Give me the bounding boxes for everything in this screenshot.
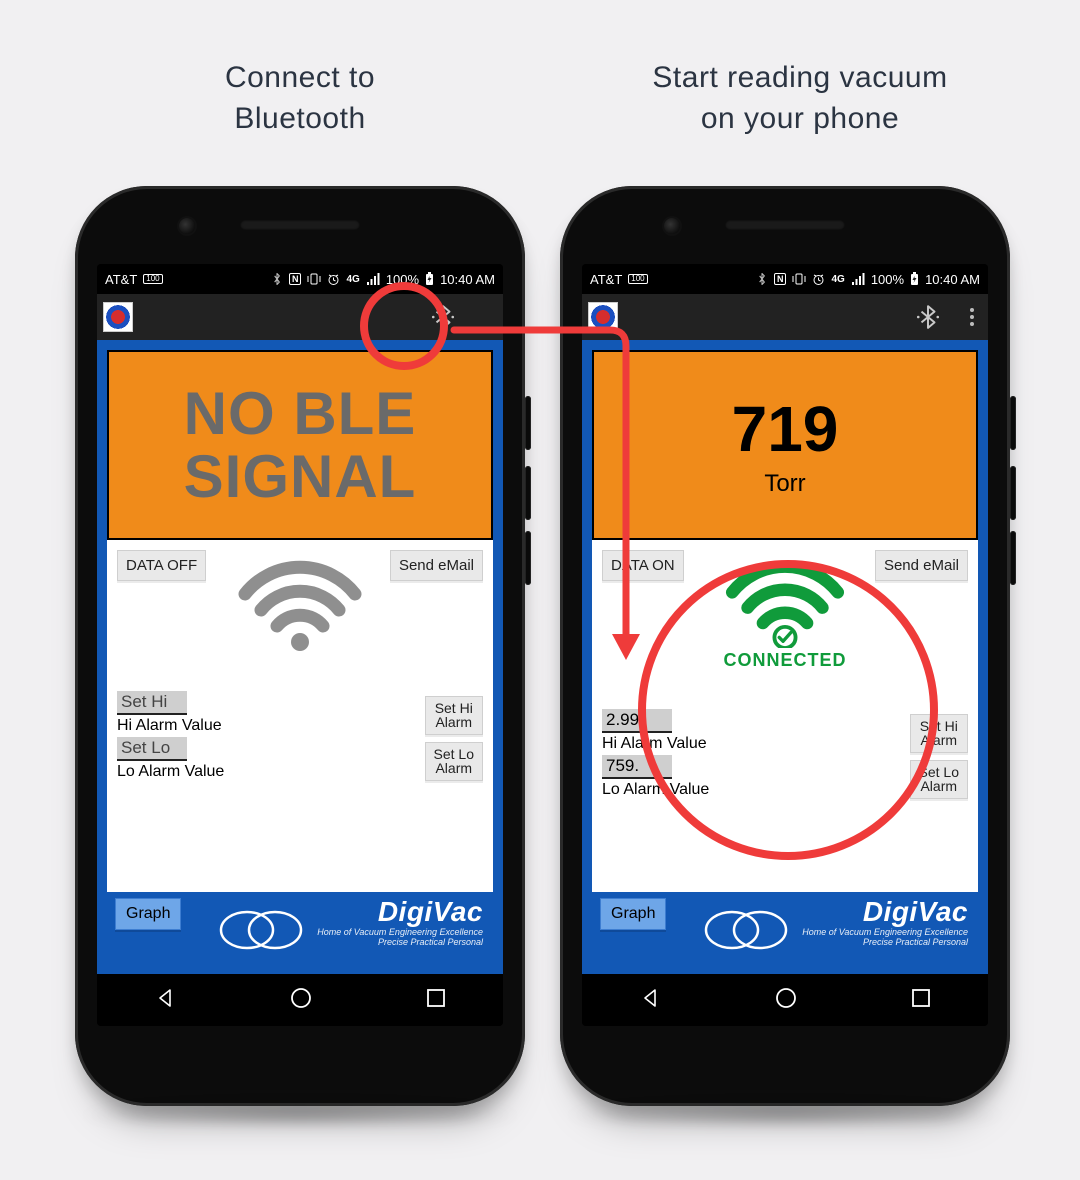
brand-logo: DigiVac Home of Vacuum Engineering Excel…: [317, 896, 483, 948]
readout-value: 719: [732, 392, 839, 466]
wifi-icon: [235, 552, 365, 652]
footer-bar: Graph DigiVac Home of Vacuum Engineering…: [592, 892, 978, 964]
battery-box-icon: 100: [628, 274, 647, 284]
front-camera: [179, 218, 195, 234]
brand-glyph-icon: [704, 908, 794, 952]
readout-panel: NO BLE SIGNAL: [107, 350, 493, 540]
clock: 10:40 AM: [925, 272, 980, 287]
app-content: NO BLE SIGNAL DATA OFF Send eMail: [97, 340, 503, 974]
send-email-button[interactable]: Send eMail: [875, 550, 968, 581]
brand-name: DigiVac: [317, 896, 483, 928]
android-nav-bar: [97, 974, 503, 1026]
battery-pct: 100%: [871, 272, 904, 287]
caption-left: Connect to Bluetooth: [120, 58, 480, 139]
app-bar: [582, 294, 988, 340]
power-button[interactable]: [1010, 396, 1016, 450]
nav-back-button[interactable]: [638, 986, 662, 1015]
nfc-icon: N: [289, 273, 302, 285]
lo-alarm-input[interactable]: 759.: [602, 755, 672, 779]
set-hi-alarm-button[interactable]: Set Hi Alarm: [425, 696, 483, 735]
screen: AT&T 100 N 4G 100%: [582, 264, 988, 1026]
volume-down-button[interactable]: [525, 531, 531, 585]
signal-icon: [366, 273, 380, 285]
bluetooth-status-icon: [271, 272, 283, 286]
set-lo-alarm-button[interactable]: Set Lo Alarm: [425, 742, 483, 781]
battery-box-icon: 100: [143, 274, 162, 284]
brand-logo: DigiVac Home of Vacuum Engineering Excel…: [802, 896, 968, 948]
front-camera: [664, 218, 680, 234]
brand-tagline-2: Precise Practical Personal: [317, 938, 483, 948]
no-signal-text: NO BLE SIGNAL: [184, 382, 417, 508]
connected-label: CONNECTED: [720, 650, 850, 671]
signal-icon: [851, 273, 865, 285]
set-hi-alarm-button[interactable]: Set Hi Alarm: [910, 714, 968, 753]
status-bar: AT&T 100 N 4G 100%: [97, 264, 503, 294]
earpiece: [725, 220, 845, 230]
phone-left: AT&T 100 N 4G 100%: [75, 186, 525, 1106]
alarm-icon: [327, 273, 340, 286]
control-panel: DATA OFF Send eMail Set Hi Hi Alarm Valu…: [107, 540, 493, 892]
nav-recent-button[interactable]: [425, 987, 447, 1014]
lo-alarm-label: Lo Alarm Value: [117, 763, 224, 780]
clock: 10:40 AM: [440, 272, 495, 287]
graph-button[interactable]: Graph: [600, 898, 666, 930]
readout-panel: 719 Torr: [592, 350, 978, 540]
connection-indicator: [235, 552, 365, 652]
volume-up-button[interactable]: [1010, 466, 1016, 520]
control-panel: DATA ON Send eMail CONNECTED 2.9: [592, 540, 978, 892]
battery-pct: 100%: [386, 272, 419, 287]
app-content: 719 Torr DATA ON Send eMail CONN: [582, 340, 988, 974]
network-type: 4G: [831, 274, 844, 285]
alarm-icon: [812, 273, 825, 286]
hi-alarm-input[interactable]: 2.99: [602, 709, 672, 733]
battery-icon: [425, 272, 434, 286]
nfc-icon: N: [774, 273, 787, 285]
battery-icon: [910, 272, 919, 286]
lo-alarm-input[interactable]: Set Lo: [117, 737, 187, 761]
alarm-settings: 2.99 Hi Alarm Value Set Hi Alarm 759. Lo…: [602, 709, 968, 799]
vibrate-icon: [307, 273, 321, 285]
phone-right: AT&T 100 N 4G 100%: [560, 186, 1010, 1106]
carrier-label: AT&T: [105, 272, 137, 287]
nav-recent-button[interactable]: [910, 987, 932, 1014]
app-icon[interactable]: [103, 302, 133, 332]
screen: AT&T 100 N 4G 100%: [97, 264, 503, 1026]
bluetooth-connect-button[interactable]: [429, 303, 457, 331]
lo-alarm-label: Lo Alarm Value: [602, 781, 709, 798]
nav-back-button[interactable]: [153, 986, 177, 1015]
footer-bar: Graph DigiVac Home of Vacuum Engineering…: [107, 892, 493, 964]
nav-home-button[interactable]: [773, 985, 799, 1016]
earpiece: [240, 220, 360, 230]
data-toggle-button[interactable]: DATA OFF: [117, 550, 206, 581]
graph-button[interactable]: Graph: [115, 898, 181, 930]
connection-indicator: CONNECTED: [720, 552, 850, 671]
hi-alarm-label: Hi Alarm Value: [602, 735, 707, 752]
data-toggle-button[interactable]: DATA ON: [602, 550, 684, 581]
brand-glyph-icon: [219, 908, 309, 952]
overflow-menu[interactable]: [970, 308, 974, 326]
power-button[interactable]: [525, 396, 531, 450]
app-bar: [97, 294, 503, 340]
nav-home-button[interactable]: [288, 985, 314, 1016]
set-lo-alarm-button[interactable]: Set Lo Alarm: [910, 760, 968, 799]
readout-unit: Torr: [764, 470, 805, 498]
android-nav-bar: [582, 974, 988, 1026]
status-bar: AT&T 100 N 4G 100%: [582, 264, 988, 294]
vibrate-icon: [792, 273, 806, 285]
alarm-settings: Set Hi Hi Alarm Value Set Hi Alarm Set L…: [117, 691, 483, 781]
bluetooth-status-icon: [756, 272, 768, 286]
volume-down-button[interactable]: [1010, 531, 1016, 585]
app-icon[interactable]: [588, 302, 618, 332]
network-type: 4G: [346, 274, 359, 285]
hi-alarm-label: Hi Alarm Value: [117, 717, 222, 734]
caption-right: Start reading vacuum on your phone: [590, 58, 1010, 139]
brand-name: DigiVac: [802, 896, 968, 928]
bluetooth-connect-button[interactable]: [914, 303, 942, 331]
hi-alarm-input[interactable]: Set Hi: [117, 691, 187, 715]
volume-up-button[interactable]: [525, 466, 531, 520]
send-email-button[interactable]: Send eMail: [390, 550, 483, 581]
wifi-connected-icon: [720, 552, 850, 648]
brand-tagline-2: Precise Practical Personal: [802, 938, 968, 948]
carrier-label: AT&T: [590, 272, 622, 287]
